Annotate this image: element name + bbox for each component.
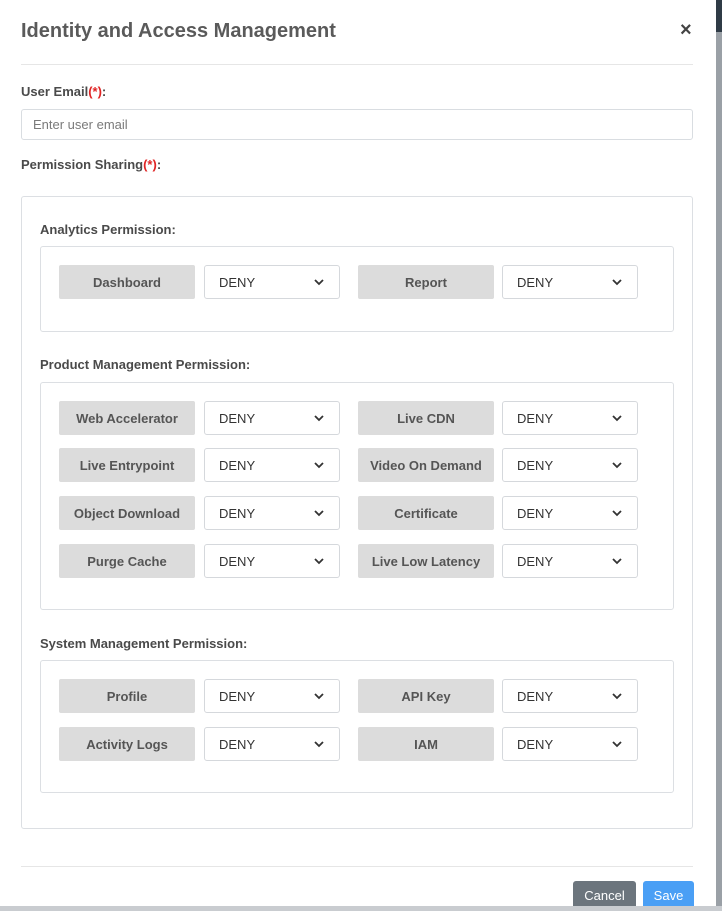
chevron-down-icon — [314, 693, 324, 700]
page-scrollbar[interactable] — [716, 0, 722, 911]
select-value: DENY — [517, 505, 554, 521]
select-value: DENY — [219, 553, 256, 569]
permission-label-api-key: API Key — [358, 679, 494, 713]
permission-label-video-on-demand: Video On Demand — [358, 448, 494, 482]
permission-label-live-cdn: Live CDN — [358, 401, 494, 435]
close-icon[interactable]: × — [680, 19, 692, 41]
permission-select-web-accelerator[interactable]: DENY — [204, 401, 340, 435]
permission-select-live-cdn[interactable]: DENY — [502, 401, 638, 435]
permission-label-object-download: Object Download — [59, 496, 195, 530]
chevron-down-icon — [314, 462, 324, 469]
chevron-down-icon — [314, 279, 324, 286]
chevron-down-icon — [612, 510, 622, 517]
scrollbar-top — [716, 0, 722, 32]
required-mark: (*) — [143, 157, 157, 172]
permission-label-live-low-latency: Live Low Latency — [358, 544, 494, 578]
permission-select-iam[interactable]: DENY — [502, 727, 638, 761]
permission-select-object-download[interactable]: DENY — [204, 496, 340, 530]
permission-select-api-key[interactable]: DENY — [502, 679, 638, 713]
analytics-permission-box: Dashboard DENY Report DENY — [40, 246, 674, 332]
select-value: DENY — [219, 410, 256, 426]
select-value: DENY — [517, 688, 554, 704]
window-bottom-edge — [0, 906, 722, 911]
permission-sharing-label-text: Permission Sharing — [21, 157, 144, 172]
chevron-down-icon — [314, 558, 324, 565]
select-value: DENY — [219, 505, 256, 521]
product-management-permission-title: Product Management Permission: — [40, 357, 251, 372]
permission-label-web-accelerator: Web Accelerator — [59, 401, 195, 435]
required-mark: (*) — [88, 84, 102, 99]
select-value: DENY — [517, 736, 554, 752]
chevron-down-icon — [612, 462, 622, 469]
analytics-permission-title: Analytics Permission: — [40, 222, 176, 237]
label-colon: : — [101, 84, 107, 99]
permission-label-live-entrypoint: Live Entrypoint — [59, 448, 195, 482]
cancel-button[interactable]: Cancel — [573, 881, 636, 909]
header-divider — [21, 64, 693, 65]
select-value: DENY — [517, 457, 554, 473]
modal-title: Identity and Access Management — [21, 20, 336, 42]
iam-modal: Identity and Access Management × User Em… — [0, 0, 716, 909]
permission-label-iam: IAM — [358, 727, 494, 761]
user-email-label: User Email(*): — [21, 84, 106, 99]
system-management-permission-title: System Management Permission: — [40, 636, 248, 651]
user-email-input[interactable] — [21, 109, 693, 140]
label-colon: : — [156, 157, 162, 172]
permission-label-certificate: Certificate — [358, 496, 494, 530]
select-value: DENY — [219, 688, 256, 704]
chevron-down-icon — [314, 415, 324, 422]
permission-label-dashboard: Dashboard — [59, 265, 195, 299]
system-management-permission-box: Profile DENY API Key DENY Activity Logs … — [40, 660, 674, 793]
permission-select-dashboard[interactable]: DENY — [204, 265, 340, 299]
chevron-down-icon — [314, 741, 324, 748]
permission-select-purge-cache[interactable]: DENY — [204, 544, 340, 578]
chevron-down-icon — [612, 415, 622, 422]
permission-label-purge-cache: Purge Cache — [59, 544, 195, 578]
chevron-down-icon — [612, 279, 622, 286]
permission-select-report[interactable]: DENY — [502, 265, 638, 299]
chevron-down-icon — [612, 693, 622, 700]
permission-select-video-on-demand[interactable]: DENY — [502, 448, 638, 482]
permission-label-profile: Profile — [59, 679, 195, 713]
select-value: DENY — [517, 553, 554, 569]
chevron-down-icon — [612, 741, 622, 748]
permission-label-activity-logs: Activity Logs — [59, 727, 195, 761]
chevron-down-icon — [612, 558, 622, 565]
save-button[interactable]: Save — [643, 881, 694, 909]
select-value: DENY — [517, 274, 554, 290]
permission-select-live-low-latency[interactable]: DENY — [502, 544, 638, 578]
permission-select-activity-logs[interactable]: DENY — [204, 727, 340, 761]
permission-select-profile[interactable]: DENY — [204, 679, 340, 713]
select-value: DENY — [517, 410, 554, 426]
product-management-permission-box: Web Accelerator DENY Live CDN DENY Live … — [40, 382, 674, 610]
permission-sharing-label: Permission Sharing(*): — [21, 157, 161, 172]
footer-divider — [21, 866, 693, 867]
select-value: DENY — [219, 274, 256, 290]
select-value: DENY — [219, 736, 256, 752]
chevron-down-icon — [314, 510, 324, 517]
permission-select-certificate[interactable]: DENY — [502, 496, 638, 530]
permission-select-live-entrypoint[interactable]: DENY — [204, 448, 340, 482]
select-value: DENY — [219, 457, 256, 473]
user-email-label-text: User Email — [21, 84, 89, 99]
permission-label-report: Report — [358, 265, 494, 299]
